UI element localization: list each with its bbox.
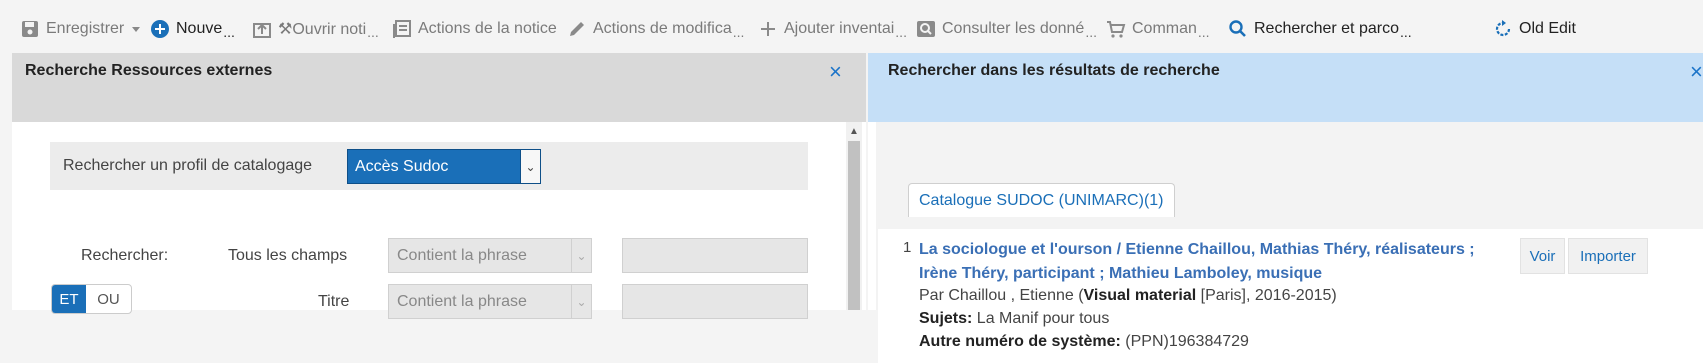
more-dots: ... [895,24,907,40]
new-button[interactable]: Nouve ... [150,17,235,41]
field-label-title[interactable]: Titre [318,293,349,311]
search-label: Rechercher: [81,247,169,264]
order-button[interactable]: Comman ... [1106,17,1210,41]
open-notice-icon [252,19,272,39]
chevron-down-icon: ⌄ [571,285,591,318]
search-box-icon [916,19,936,39]
and-toggle-button[interactable]: ET [52,285,86,313]
list-icon [392,19,412,39]
more-dots: ... [223,24,235,40]
chevron-down-icon: ⌄ [571,239,591,272]
notice-actions-button[interactable]: Actions de la notice [392,17,557,41]
notice-actions-label: Actions de la notice [418,20,557,37]
search-browse-button[interactable]: Rechercher et parco ... [1228,17,1412,41]
view-data-label: Consulter les donné [942,20,1085,37]
close-icon[interactable]: × [829,61,842,83]
right-panel-title: Rechercher dans les résultats de recherc… [888,62,1220,79]
toolbar: Enregistrer Nouve ... ⚒Ouvrir noti ... A… [0,0,1703,53]
more-dots: ... [1085,24,1097,40]
chevron-down-icon [132,26,141,32]
catalog-profile-row: Rechercher un profil de catalogage Accès… [50,142,808,190]
new-label: Nouve [176,20,223,37]
plus-circle-icon [150,19,170,39]
left-panel-title: Recherche Ressources externes [25,62,273,79]
right-panel-header: Rechercher dans les résultats de recherc… [868,53,1703,122]
profile-select-value: Accès Sudoc [355,157,449,175]
left-panel-header: Recherche Ressources externes × [12,53,866,122]
profile-label: Rechercher un profil de catalogage [63,157,313,174]
operator-value: Contient la phrase [397,292,527,310]
tab-sudoc-catalogue[interactable]: Catalogue SUDOC (UNIMARC)(1) [908,183,1175,217]
results-panel: Rechercher dans les résultats de recherc… [868,53,1703,363]
subjects-value: La Manif pour tous [972,310,1110,327]
more-dots: ... [1399,24,1412,40]
author-text: Par Chaillou , Etienne ( [919,287,1084,304]
import-button[interactable]: Importer [1568,238,1648,274]
add-inventory-label: Ajouter inventai [784,20,895,37]
cart-icon [1106,19,1126,39]
subjects-label: Sujets: [919,310,973,327]
pencil-icon [567,19,587,39]
system-number-value: (PPN)196384729 [1120,333,1249,350]
operator-select-1[interactable]: Contient la phrase ⌄ [388,238,592,273]
field-label-all[interactable]: Tous les champs [228,247,347,265]
view-button[interactable]: Voir [1520,238,1565,274]
add-inventory-button[interactable]: Ajouter inventai ... [758,17,907,41]
chevron-down-icon: ⌄ [520,150,540,183]
refresh-icon [1493,19,1513,39]
save-icon [20,19,40,39]
open-notice-label: ⚒Ouvrir noti [278,21,367,38]
scrollbar-thumb[interactable] [848,141,860,310]
result-subjects: Sujets: La Manif pour tous [919,310,1109,328]
list-item: 1 La sociologue et l'ourson / Etienne Ch… [878,229,1703,363]
edit-actions-button[interactable]: Actions de modifica ... [567,17,744,41]
edit-actions-label: Actions de modifica [593,20,732,37]
result-title[interactable]: La sociologue et l'ourson / Etienne Chai… [919,238,1479,286]
result-author: Par Chaillou , Etienne (Visual material … [919,287,1337,305]
old-editor-label: Old Edit [1519,20,1576,37]
search-value-input-2[interactable] [622,284,808,319]
old-editor-button[interactable]: Old Edit [1493,17,1576,41]
profile-select[interactable]: Accès Sudoc ⌄ [347,149,541,184]
save-label: Enregistrer [46,20,125,37]
plus-icon [758,19,778,39]
result-number: 1 [903,239,912,256]
system-number-label: Autre numéro de système: [919,333,1121,350]
order-label: Comman [1132,20,1197,37]
publication-text: [Paris], 2016-2015) [1196,287,1337,304]
result-system-number: Autre numéro de système: (PPN)196384729 [919,333,1249,351]
operator-value: Contient la phrase [397,246,527,264]
search-icon [1228,19,1248,39]
scroll-up-icon[interactable]: ▲ [846,122,862,140]
open-notice-button[interactable]: ⚒Ouvrir noti ... [252,17,379,41]
close-icon[interactable]: × [1690,61,1703,83]
or-toggle-button[interactable]: OU [86,285,131,313]
more-dots: ... [732,24,745,40]
more-dots: ... [1197,24,1210,40]
view-data-button[interactable]: Consulter les donné ... [916,17,1097,41]
material-type: Visual material [1083,287,1197,304]
search-browse-label: Rechercher et parco [1254,20,1399,37]
save-button[interactable]: Enregistrer [20,17,141,41]
search-value-input-1[interactable] [622,238,808,273]
operator-select-2[interactable]: Contient la phrase ⌄ [388,284,592,319]
more-dots: ... [367,24,379,40]
